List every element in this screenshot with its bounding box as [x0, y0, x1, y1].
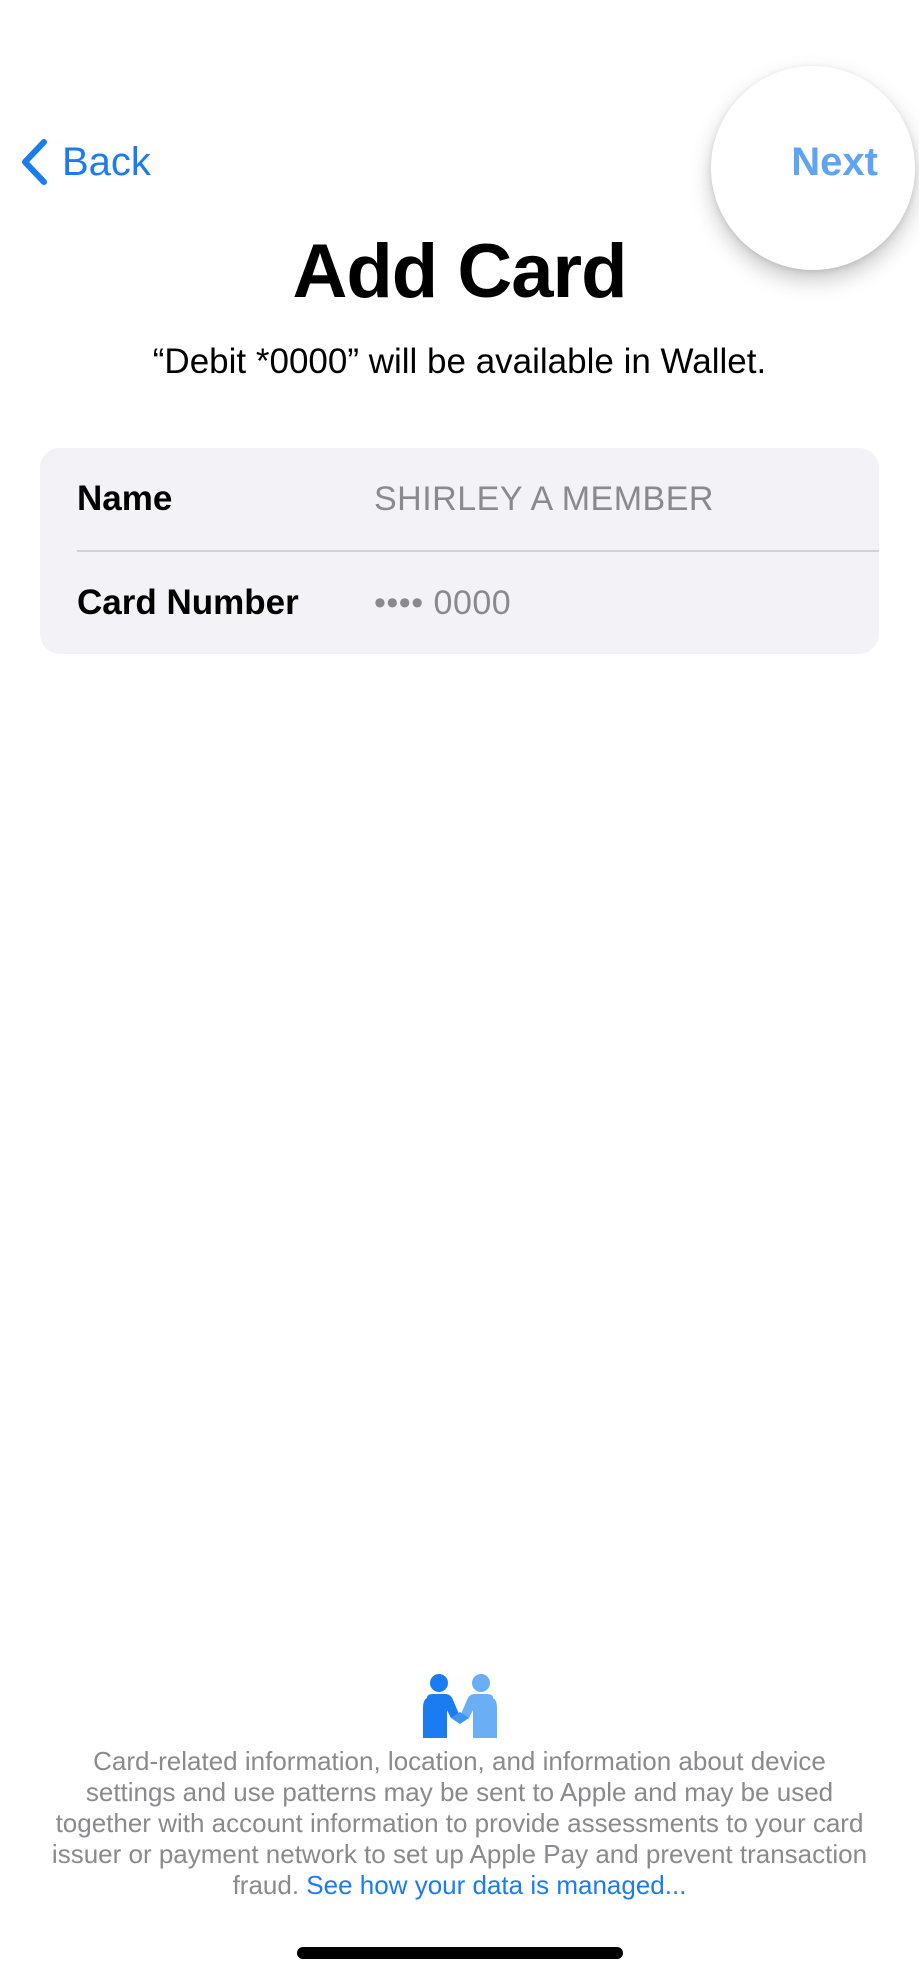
handshake-privacy-icon: [421, 1674, 499, 1738]
card-info-group: Name SHIRLEY A MEMBER Card Number •••• 0…: [40, 448, 879, 654]
back-button[interactable]: Back: [20, 134, 151, 190]
chevron-left-icon: [20, 138, 48, 186]
card-number-value: •••• 0000: [374, 584, 512, 622]
card-number-label: Card Number: [77, 583, 299, 622]
page-subtitle: “Debit *0000” will be available in Walle…: [152, 342, 767, 381]
name-label: Name: [77, 479, 173, 518]
home-indicator[interactable]: [297, 1947, 623, 1959]
privacy-notice: Card-related information, location, and …: [46, 1746, 873, 1901]
back-button-label: Back: [62, 140, 151, 184]
data-management-link[interactable]: See how your data is managed...: [306, 1870, 686, 1900]
next-button[interactable]: Next: [791, 134, 878, 190]
name-row: Name SHIRLEY A MEMBER: [40, 448, 879, 550]
name-value: SHIRLEY A MEMBER: [374, 480, 714, 518]
card-number-row: Card Number •••• 0000: [40, 552, 879, 654]
page-title: Add Card: [292, 229, 628, 314]
